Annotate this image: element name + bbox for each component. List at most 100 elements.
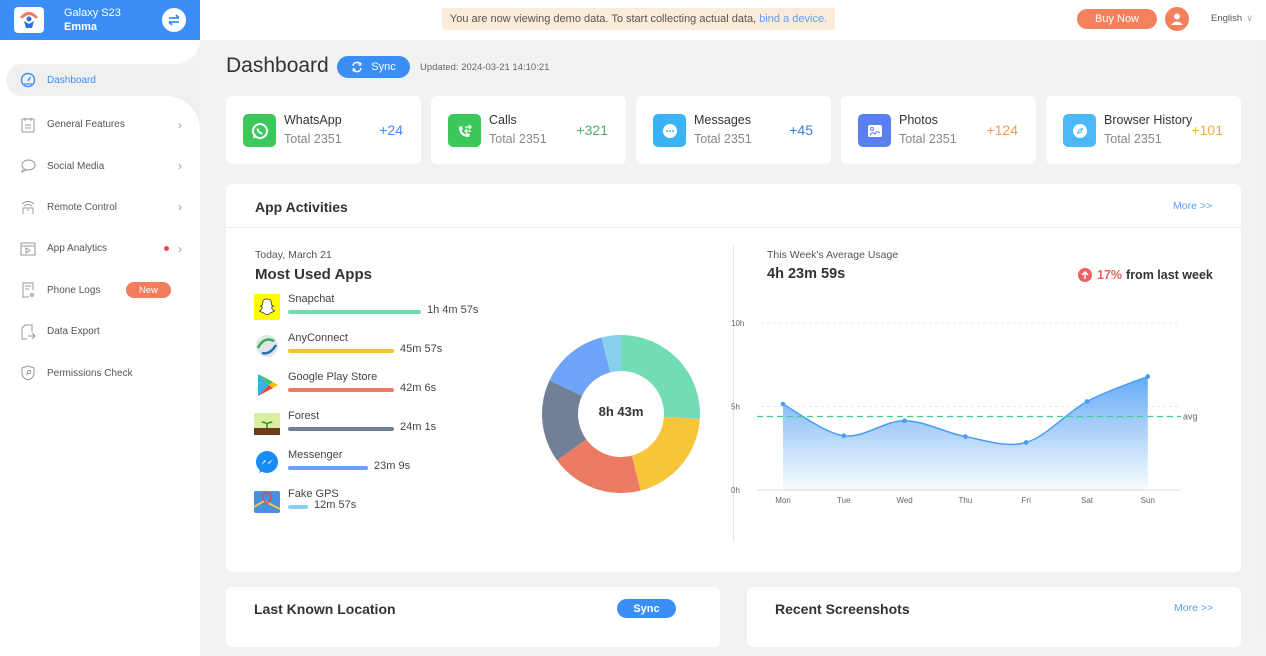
app-time: 42m 6s [400, 382, 437, 394]
usage-bar [288, 349, 394, 353]
clipboard-icon [20, 117, 36, 133]
language-selector[interactable]: English ∨ [1211, 13, 1253, 24]
stat-name: WhatsApp [284, 113, 342, 127]
device-header: Galaxy S23 Emma [0, 0, 200, 40]
app-row: Forest 24m 1s [254, 410, 514, 441]
page-scrollbar[interactable] [1256, 40, 1266, 631]
notification-dot [164, 246, 169, 252]
data-point-fri [1023, 440, 1029, 445]
sidebar-item-social-media[interactable]: Social Media › [0, 145, 200, 186]
stat-total: Total 2351 [284, 132, 342, 146]
y-tick-label: 5h [731, 403, 740, 412]
x-tick-label: Sun [1141, 496, 1155, 505]
sidebar-item-label: Phone Logs [47, 284, 101, 296]
stat-total: Total 2351 [694, 132, 752, 146]
week-average-label: This Week's Average Usage [767, 249, 899, 261]
data-point-tue [841, 433, 847, 439]
x-tick-label: Fri [1022, 496, 1032, 505]
stat-card-messages[interactable]: Messages Total 2351 +45 [636, 96, 831, 164]
app-row: Messenger 23m 9s [254, 449, 514, 480]
stat-total: Total 2351 [899, 132, 957, 146]
stat-total: Total 2351 [489, 132, 547, 146]
x-tick-label: Mon [775, 496, 791, 505]
app-name: Snapchat [288, 293, 335, 305]
sidebar-item-label: App Analytics [47, 243, 108, 255]
stat-card-calls[interactable]: Calls Total 2351 +321 [431, 96, 626, 164]
app-activities-card: App Activities More >> Today, March 21 M… [226, 184, 1241, 572]
compass-icon [1063, 114, 1096, 147]
demo-text: You are now viewing demo data. To start … [449, 13, 757, 25]
fake-gps-icon [253, 489, 281, 515]
anyconnect-icon [254, 333, 280, 359]
sidebar-item-phone-logs[interactable]: Phone Logs New [0, 270, 200, 311]
chevron-right-icon: › [178, 117, 182, 132]
sync-icon [352, 61, 362, 73]
usage-bar [288, 427, 394, 431]
video-app-icon [20, 241, 36, 257]
location-title: Last Known Location [254, 601, 396, 617]
sidebar-item-app-analytics[interactable]: App Analytics › [0, 228, 200, 269]
app-row: Fake GPS 12m 57s [253, 488, 514, 519]
sidebar-item-remote-control[interactable]: Remote Control › [0, 187, 200, 228]
app-time: 1h 4m 57s [427, 304, 479, 316]
stat-card-browser-history[interactable]: Browser History Total 2351 +101 [1046, 96, 1241, 164]
stat-name: Browser History [1104, 113, 1193, 127]
switch-device-icon[interactable] [162, 8, 186, 32]
data-point-mon [780, 401, 786, 407]
data-point-wed [902, 418, 907, 423]
average-label: avg [1183, 412, 1198, 422]
page-title: Dashboard [226, 54, 329, 77]
sidebar-item-dashboard[interactable]: Dashboard [6, 64, 200, 96]
stat-delta: +321 [576, 122, 608, 138]
app-activities-title: App Activities [255, 199, 348, 215]
app-row: Snapchat 1h 4m 57s [254, 293, 514, 324]
bind-device-link[interactable]: bind a device. [759, 13, 827, 25]
chevron-right-icon: › [178, 200, 182, 215]
data-point-sun [1145, 374, 1151, 379]
snapchat-icon [254, 294, 280, 320]
sidebar-item-general-features[interactable]: General Features › [0, 104, 200, 145]
usage-bar [288, 388, 394, 392]
chevron-down-icon: ∨ [1246, 13, 1254, 24]
sync-button[interactable]: Sync [337, 56, 410, 78]
chat-bubble-icon [20, 158, 36, 174]
sidebar-item-label: Permissions Check [47, 367, 133, 379]
stat-name: Calls [489, 113, 517, 127]
wifi-device-icon [20, 199, 36, 215]
stat-name: Photos [899, 113, 938, 127]
app-time: 24m 1s [400, 421, 437, 433]
x-tick-label: Tue [837, 496, 851, 505]
chevron-right-icon: › [178, 241, 182, 256]
sidebar-item-data-export[interactable]: Data Export [0, 311, 200, 352]
stat-name: Messages [694, 113, 751, 127]
donut-slice-anyconnect[interactable] [631, 416, 700, 491]
log-file-icon [20, 282, 36, 298]
change-percent: 17% [1097, 268, 1123, 282]
usage-bar [288, 310, 421, 314]
chevron-right-icon: › [178, 159, 182, 174]
donut-total-label: 8h 43m [598, 404, 644, 419]
stat-card-photos[interactable]: Photos Total 2351 +124 [841, 96, 1036, 164]
app-activities-more-link[interactable]: More >> [1173, 200, 1212, 212]
data-point-thu [963, 434, 968, 439]
sidebar-item-label: Social Media [47, 160, 105, 172]
screenshots-more-link[interactable]: More >> [1174, 602, 1213, 614]
gauge-icon [20, 72, 36, 88]
buy-now-button[interactable]: Buy Now [1077, 9, 1157, 29]
app-name: Google Play Store [288, 371, 378, 383]
language-label: English [1211, 13, 1243, 24]
divider [226, 227, 1241, 228]
shield-key-icon [20, 365, 36, 381]
photo-icon [858, 114, 891, 147]
location-sync-button[interactable]: Sync [617, 599, 676, 618]
phone-transfer-icon [448, 114, 481, 147]
x-tick-label: Thu [959, 496, 973, 505]
usage-bar [288, 505, 308, 509]
stat-card-whatsapp[interactable]: WhatsApp Total 2351 +24 [226, 96, 421, 164]
sidebar-item-permissions-check[interactable]: Permissions Check [0, 352, 200, 393]
sidebar-item-label: Data Export [47, 326, 100, 338]
data-point-sat [1084, 399, 1090, 404]
forest-icon [254, 411, 280, 437]
app-row: Google Play Store 42m 6s [254, 371, 514, 402]
user-avatar-icon[interactable] [1165, 7, 1189, 31]
